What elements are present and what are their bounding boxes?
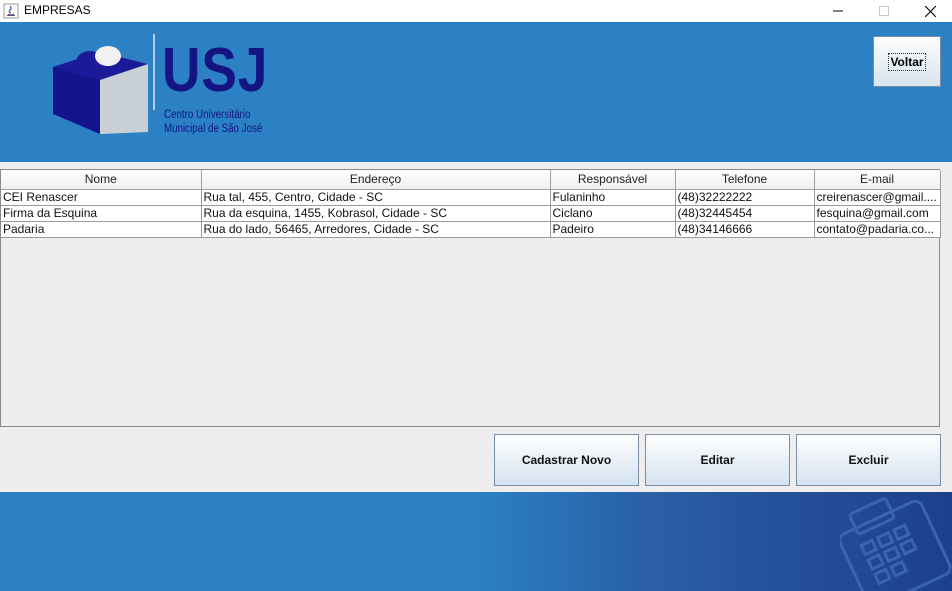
close-icon: [924, 5, 936, 17]
table-row[interactable]: CEI Renascer Rua tal, 455, Centro, Cidad…: [1, 189, 941, 206]
table-cell[interactable]: contato@padaria.co...: [814, 221, 941, 238]
close-button[interactable]: [907, 0, 952, 22]
table-cell[interactable]: Rua tal, 455, Centro, Cidade - SC: [201, 189, 551, 206]
column-header-nome[interactable]: Nome: [1, 170, 202, 190]
voltar-button[interactable]: Voltar: [873, 36, 941, 87]
table-cell[interactable]: (48)34146666: [675, 221, 815, 238]
table-cell[interactable]: (48)32445454: [675, 205, 815, 222]
editar-button[interactable]: Editar: [645, 434, 790, 486]
header-banner: USJ Centro Universitário Municipal de Sã…: [0, 22, 952, 162]
calculator-decoration-icon: [840, 497, 952, 591]
logo-subtitle-line2: Municipal de São José: [164, 123, 263, 135]
table-cell[interactable]: fesquina@gmail.com: [814, 205, 941, 222]
maximize-icon: [879, 6, 889, 16]
table-cell[interactable]: Ciclano: [550, 205, 676, 222]
table-cell[interactable]: Padaria: [1, 221, 202, 238]
column-header-responsavel[interactable]: Responsável: [550, 170, 676, 190]
table-header-row: Nome Endereço Responsável Telefone E-mai…: [1, 170, 941, 190]
table-cell[interactable]: Padeiro: [550, 221, 676, 238]
table-cell[interactable]: creirenascer@gmail....: [814, 189, 941, 206]
table-cell[interactable]: Fulaninho: [550, 189, 676, 206]
title-bar: EMPRESAS: [0, 0, 952, 22]
table-cell[interactable]: Firma da Esquina: [1, 205, 202, 222]
voltar-label: Voltar: [888, 52, 926, 71]
java-app-icon: [3, 3, 19, 19]
usj-logo-text: USJ: [162, 36, 269, 105]
column-header-telefone[interactable]: Telefone: [675, 170, 815, 190]
maximize-button[interactable]: [861, 0, 907, 22]
companies-table-panel[interactable]: Nome Endereço Responsável Telefone E-mai…: [0, 169, 941, 427]
table-row[interactable]: Padaria Rua do lado, 56465, Arredores, C…: [1, 221, 941, 238]
window-title: EMPRESAS: [24, 3, 91, 17]
column-header-endereco[interactable]: Endereço: [201, 170, 551, 190]
table-row[interactable]: Firma da Esquina Rua da esquina, 1455, K…: [1, 205, 941, 222]
content-area: Nome Endereço Responsável Telefone E-mai…: [0, 162, 952, 492]
cadastrar-novo-button[interactable]: Cadastrar Novo: [494, 434, 639, 486]
logo-subtitle-line1: Centro Universitário: [164, 109, 251, 121]
table-cell[interactable]: Rua da esquina, 1455, Kobrasol, Cidade -…: [201, 205, 551, 222]
minimize-icon: [833, 10, 843, 12]
footer-banner: [0, 492, 952, 591]
column-header-email[interactable]: E-mail: [814, 170, 941, 190]
minimize-button[interactable]: [815, 0, 861, 22]
excluir-button[interactable]: Excluir: [796, 434, 941, 486]
table-cell[interactable]: CEI Renascer: [1, 189, 202, 206]
table-cell[interactable]: Rua do lado, 56465, Arredores, Cidade - …: [201, 221, 551, 238]
table-cell[interactable]: (48)32222222: [675, 189, 815, 206]
companies-table[interactable]: Nome Endereço Responsável Telefone E-mai…: [1, 170, 941, 238]
